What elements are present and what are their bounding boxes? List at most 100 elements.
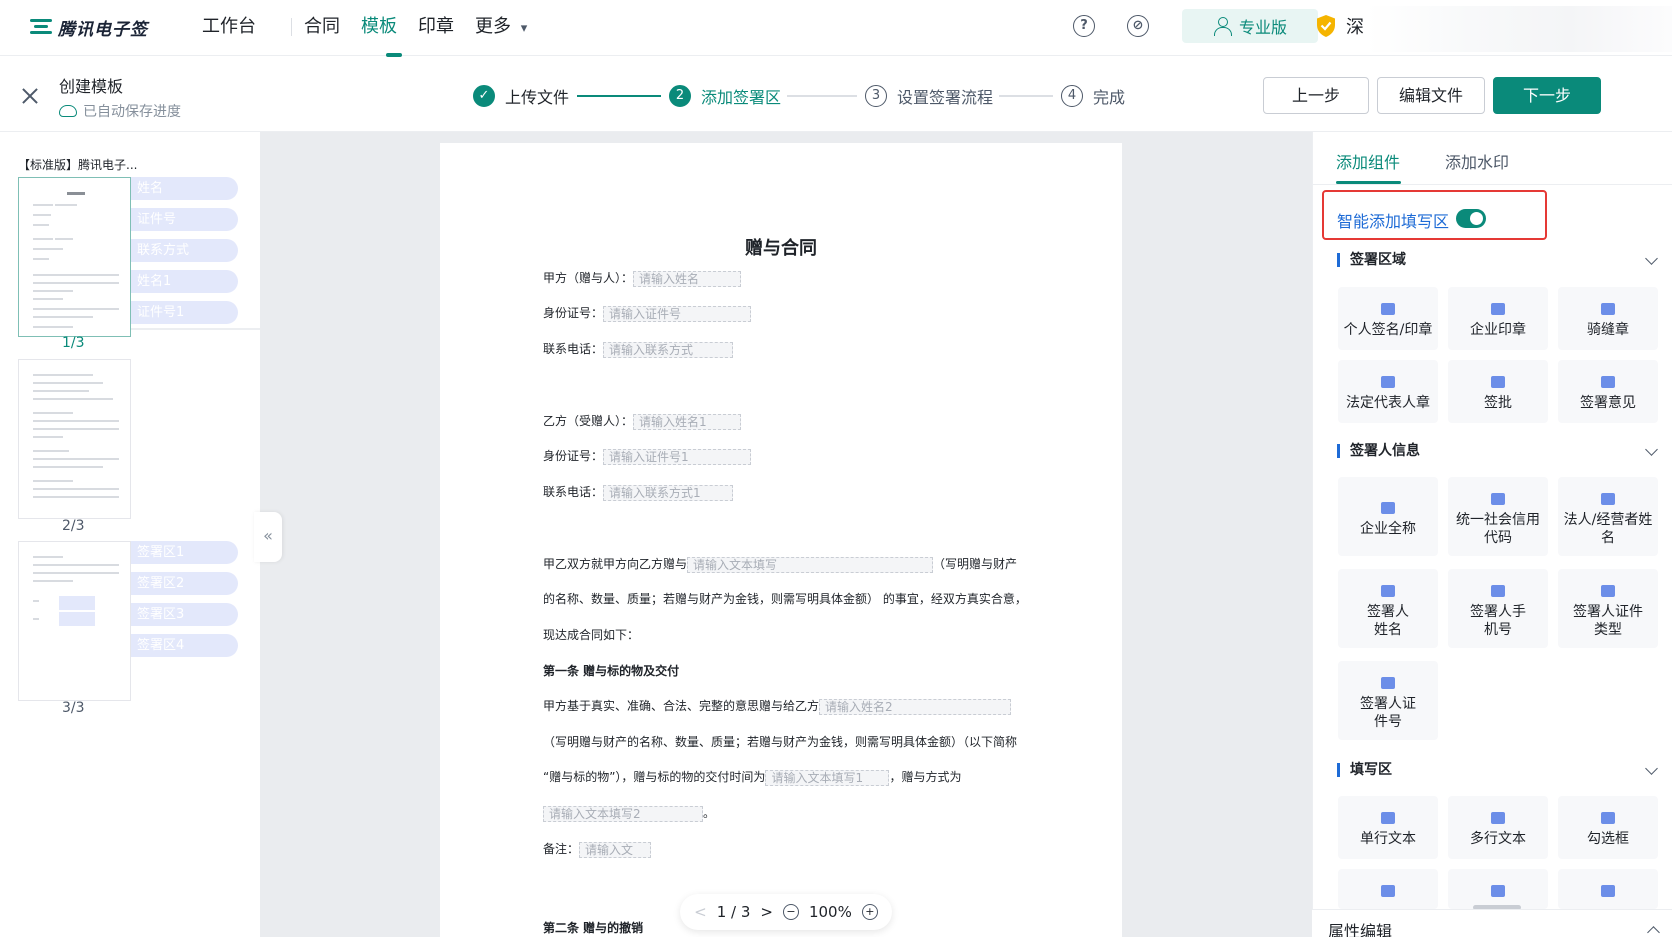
field-tag-sign-area-3[interactable]: 签署区3 xyxy=(131,603,238,626)
page-thumbnail-2[interactable] xyxy=(18,359,131,519)
step-label: 设置签署流程 xyxy=(897,88,994,107)
nav-item-workbench[interactable]: 工作台 xyxy=(202,14,256,40)
component-legal-rep-name[interactable]: 法人/经营者姓名 xyxy=(1558,477,1658,556)
seal-icon xyxy=(1491,303,1505,315)
collapse-sidebar-button[interactable]: « xyxy=(254,512,282,562)
fill-field-contact[interactable]: 请输入联系方式 xyxy=(603,341,734,358)
field-tag-sign-area-4[interactable]: 签署区4 xyxy=(131,634,238,657)
document-page: 赠与合同 甲方（赠与人）： 请输入姓名 身份证号： 请输入证件号 联系电话： 请输入联… xyxy=(440,143,1122,937)
component-company-name[interactable]: 企业全称 xyxy=(1338,477,1438,556)
text-icon xyxy=(1381,812,1395,824)
step-label: 上传文件 xyxy=(505,88,570,107)
component-cross-page-seal[interactable]: 骑缝章 xyxy=(1558,287,1658,350)
fill-field-text1[interactable]: 请输入文本填写1 xyxy=(765,769,890,786)
nav-item-contract[interactable]: 合同 xyxy=(304,14,340,40)
component-signer-phone[interactable]: 签署人手机号 xyxy=(1448,569,1548,648)
logo[interactable]: 腾讯电子签 xyxy=(30,14,148,40)
cloud-icon xyxy=(59,105,77,117)
next-page-button[interactable]: > xyxy=(760,903,773,921)
user-card-icon xyxy=(1381,585,1395,597)
fill-field-name[interactable]: 请输入姓名 xyxy=(633,270,742,287)
page-label-2: 2/3 xyxy=(62,518,85,534)
field-tag-contact[interactable]: 联系方式 xyxy=(131,239,238,262)
nav-item-template[interactable]: 模板 xyxy=(361,14,397,40)
chevron-down-icon: ▾ xyxy=(520,21,528,36)
step-number: 3 xyxy=(865,85,887,107)
fill-field-name1[interactable]: 请输入姓名1 xyxy=(633,413,742,430)
prev-step-button[interactable]: 上一步 xyxy=(1263,77,1369,114)
component-multi-line-text[interactable]: 多行文本 xyxy=(1448,796,1548,859)
field-tag-sign-area-2[interactable]: 签署区2 xyxy=(131,572,238,595)
doc-line-phone-b: 联系电话： 请输入联系方式1 xyxy=(543,483,734,501)
fill-field-id1[interactable]: 请输入证件号1 xyxy=(603,448,752,465)
component-signer-id-type[interactable]: 签署人证件类型 xyxy=(1558,569,1658,648)
component-single-line-text[interactable]: 单行文本 xyxy=(1338,796,1438,859)
component-personal-signature[interactable]: 个人签名/印章 xyxy=(1338,287,1438,350)
tab-add-watermark[interactable]: 添加水印 xyxy=(1445,149,1509,173)
doc-paragraph: 甲方基于真实、准确、合法、完整的意思赠与给乙方 请输入姓名2 xyxy=(543,697,1012,715)
smart-add-toggle[interactable] xyxy=(1456,209,1486,228)
nav-item-more[interactable]: 更多 ▾ xyxy=(475,14,527,40)
doc-article-heading: 第一条 赠与标的物及交付 xyxy=(543,664,680,678)
checkbox-icon xyxy=(1601,812,1615,824)
zoom-in-icon[interactable]: + xyxy=(861,904,878,920)
field-tag-name1[interactable]: 姓名1 xyxy=(131,270,238,293)
fill-field-contact1[interactable]: 请输入联系方式1 xyxy=(603,484,734,501)
component-approval[interactable]: 签批 xyxy=(1448,360,1548,423)
zoom-level: 100% xyxy=(808,903,852,921)
link-icon[interactable]: ⊘ xyxy=(1127,15,1149,37)
doc-paragraph: 甲乙双方就甲方向乙方赠与 请输入文本填写 （写明赠与财产 xyxy=(543,556,1018,573)
help-icon[interactable]: ? xyxy=(1073,15,1095,37)
logo-icon xyxy=(30,18,52,36)
org-name[interactable]: 深 xyxy=(1346,13,1364,39)
field-tag-sign-area-1[interactable]: 签署区1 xyxy=(131,541,238,564)
phone-icon xyxy=(1491,585,1505,597)
person-icon xyxy=(1381,376,1395,388)
doc-line-phone-a: 联系电话： 请输入联系方式 xyxy=(543,340,734,358)
prev-page-button[interactable]: < xyxy=(694,903,707,921)
fill-field-id[interactable]: 请输入证件号 xyxy=(603,305,752,322)
form-icon xyxy=(1381,885,1395,897)
nav-more-label: 更多 xyxy=(475,16,511,37)
fill-field-text2[interactable]: 请输入文本填写2 xyxy=(543,805,703,822)
page-indicator: 1 / 3 xyxy=(716,903,751,921)
fill-field-remark[interactable]: 请输入文 xyxy=(579,841,652,858)
page-thumbnail-3[interactable] xyxy=(18,541,131,701)
nav-item-seal[interactable]: 印章 xyxy=(418,14,454,40)
page-thumbnail-1[interactable] xyxy=(18,177,131,337)
zoom-out-icon[interactable]: − xyxy=(782,904,799,920)
component-signer-id-number[interactable]: 签署人证件号 xyxy=(1338,661,1438,740)
component-company-seal[interactable]: 企业印章 xyxy=(1448,287,1548,350)
doc-line-party-b: 乙方（受赠人）： 请输入姓名1 xyxy=(543,412,742,430)
component-more-1[interactable] xyxy=(1338,869,1438,909)
step-finish: 4 完成 xyxy=(1061,84,1125,108)
fill-field-text[interactable]: 请输入文本填写 xyxy=(687,556,934,573)
field-tag-id1[interactable]: 证件号1 xyxy=(131,301,238,324)
doc-paragraph: （写明赠与财产的名称、数量、质量；若赠与财产为金钱，则需写明具体金额）（以下简称 xyxy=(543,735,1018,749)
edit-file-button[interactable]: 编辑文件 xyxy=(1377,77,1485,114)
fill-field-name2[interactable]: 请输入姓名2 xyxy=(819,698,1012,715)
doc-remark: 备注： 请输入文 xyxy=(543,840,652,858)
autosave-text: 已自动保存进度 xyxy=(83,104,181,120)
component-sign-opinion[interactable]: 签署意见 xyxy=(1558,360,1658,423)
card-icon xyxy=(1601,585,1615,597)
tab-add-component[interactable]: 添加组件 xyxy=(1336,149,1400,173)
component-checkbox[interactable]: 勾选框 xyxy=(1558,796,1658,859)
component-credit-code[interactable]: 统一社会信用代码 xyxy=(1448,477,1548,556)
pen-icon xyxy=(1381,303,1395,315)
close-icon[interactable] xyxy=(20,86,40,106)
component-signer-name[interactable]: 签署人姓名 xyxy=(1338,569,1438,648)
component-more-2[interactable] xyxy=(1448,869,1548,909)
section-title-sign-area: 签署区域 xyxy=(1337,253,1406,267)
next-step-button[interactable]: 下一步 xyxy=(1493,77,1601,114)
page-zoom-controls: < 1 / 3 > − 100% + xyxy=(680,894,892,930)
component-more-3[interactable] xyxy=(1558,869,1658,909)
calendar-icon xyxy=(1601,885,1615,897)
person-icon xyxy=(1601,493,1615,505)
field-tag-name[interactable]: 姓名 xyxy=(131,177,238,200)
field-tag-id[interactable]: 证件号 xyxy=(131,208,238,231)
id-badge-icon xyxy=(1381,677,1395,689)
component-legal-rep-seal[interactable]: 法定代表人章 xyxy=(1338,360,1438,423)
pro-edition-badge[interactable]: 专业版 xyxy=(1182,9,1318,43)
doc-paragraph: 请输入文本填写2。 xyxy=(543,804,715,822)
